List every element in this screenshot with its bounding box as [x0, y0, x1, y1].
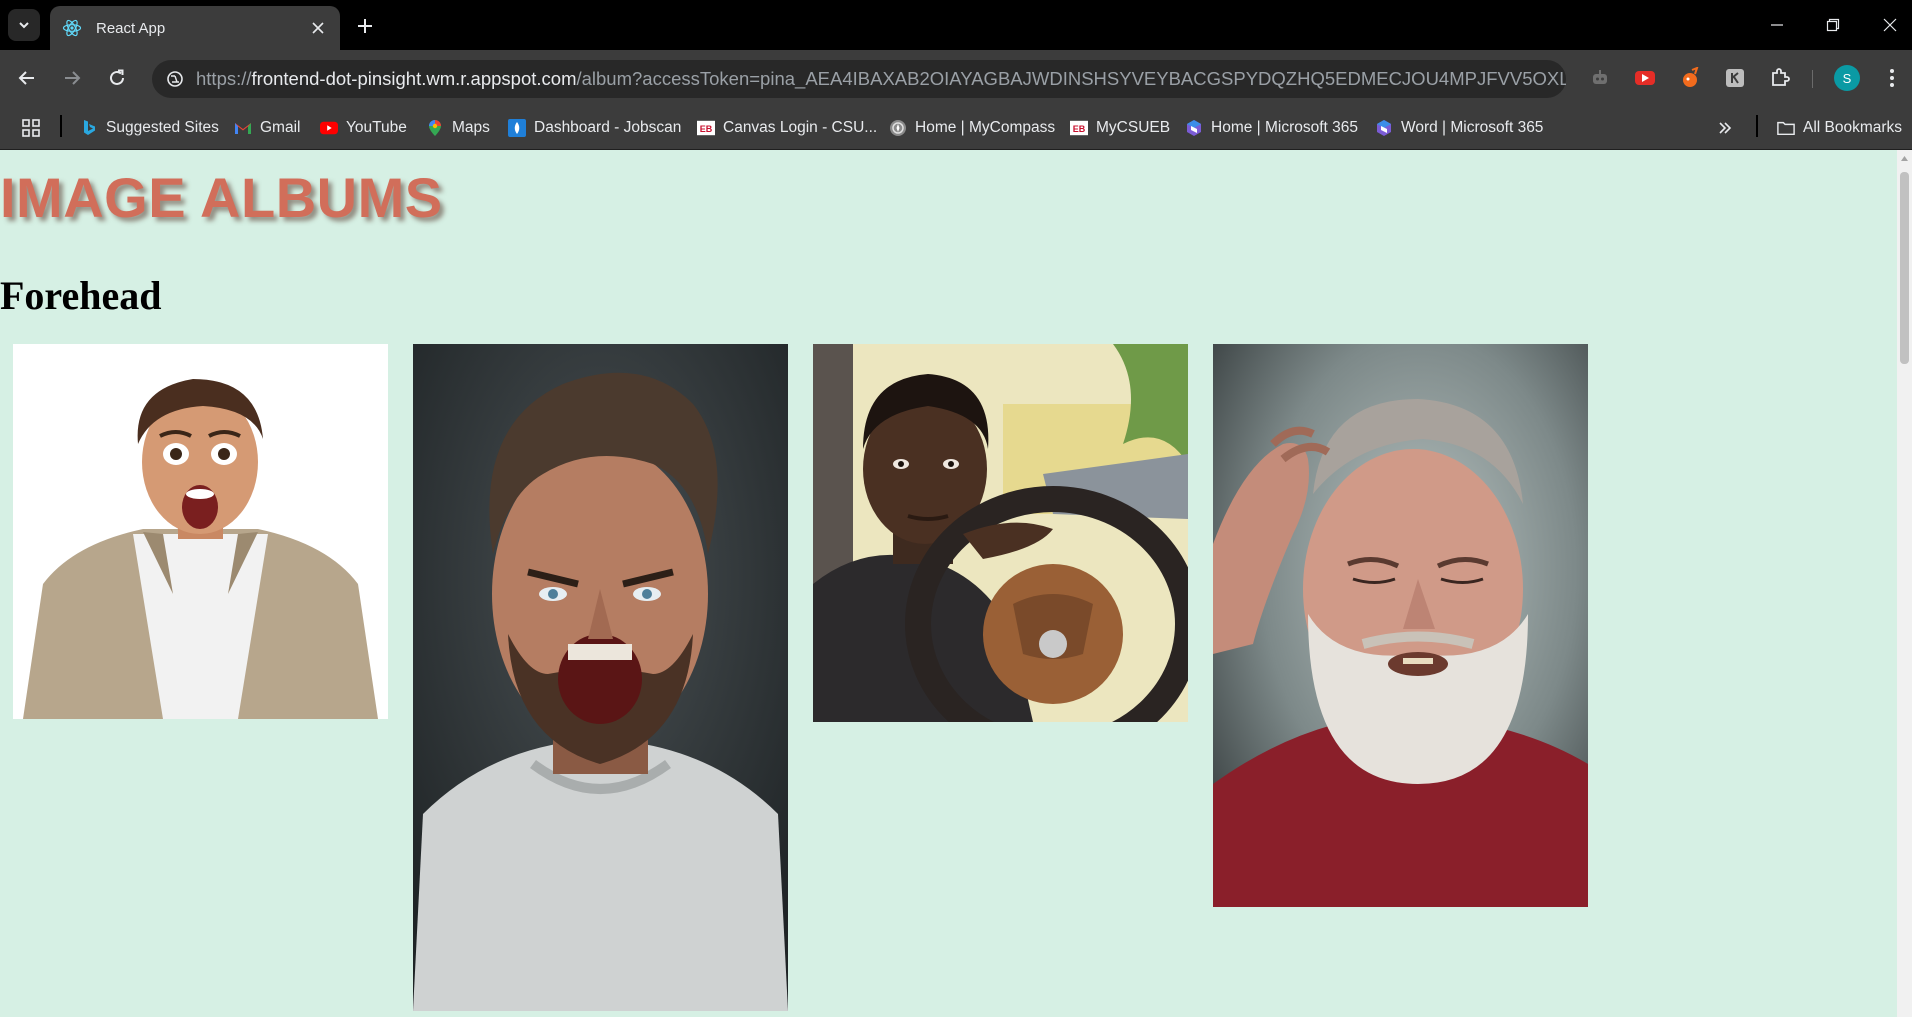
- url-text[interactable]: https://frontend-dot-pinsight.wm.r.appsp…: [196, 68, 1566, 90]
- eb-icon: EB: [697, 119, 715, 137]
- microsoft365-icon: [1185, 119, 1203, 137]
- address-bar[interactable]: https://frontend-dot-pinsight.wm.r.appsp…: [152, 60, 1566, 98]
- all-bookmarks-label: All Bookmarks: [1803, 119, 1903, 136]
- page-viewport: IMAGE ALBUMS Forehead: [0, 150, 1897, 1017]
- extension-robot-icon[interactable]: [1586, 64, 1614, 92]
- bookmark-item[interactable]: Home | Microsoft 365: [1185, 116, 1358, 140]
- bookmark-label: Dashboard - Jobscan: [534, 119, 682, 136]
- scroll-up-icon[interactable]: [1900, 154, 1909, 163]
- active-tab[interactable]: React App: [50, 6, 340, 50]
- new-tab-button[interactable]: [352, 13, 378, 39]
- url-scheme: https://: [196, 68, 252, 89]
- plus-icon: [358, 19, 372, 33]
- scroll-thumb[interactable]: [1900, 172, 1909, 364]
- bookmark-label: YouTube: [346, 119, 407, 136]
- back-arrow-icon: [18, 71, 34, 85]
- bookmark-label: Home | MyCompass: [915, 119, 1056, 136]
- bookmark-item[interactable]: EB MyCSUEB: [1070, 116, 1170, 140]
- angry-man-photo[interactable]: [413, 344, 788, 1011]
- close-window-button[interactable]: [1870, 10, 1910, 40]
- tab-strip: React App: [0, 0, 1912, 50]
- bookmarks-bar: Suggested Sites Gmail YouTube Maps Dashb…: [0, 106, 1912, 150]
- old-man-beard-photo[interactable]: [1213, 344, 1588, 907]
- bookmark-item[interactable]: Dashboard - Jobscan: [508, 116, 681, 140]
- more-bookmarks-button[interactable]: [1718, 116, 1732, 140]
- close-icon: [1883, 18, 1897, 32]
- close-tab-icon[interactable]: [308, 18, 328, 38]
- extension-k-icon[interactable]: [1721, 64, 1749, 92]
- tab-search-button[interactable]: [8, 9, 40, 41]
- restore-icon: [1826, 18, 1840, 32]
- bookmark-item[interactable]: EB Canvas Login - CSU...: [697, 116, 877, 140]
- bookmark-item[interactable]: Maps: [426, 116, 490, 140]
- mycompass-icon: [889, 119, 907, 137]
- surprised-man-photo[interactable]: [13, 344, 388, 719]
- bookmark-label: Word | Microsoft 365: [1401, 119, 1544, 136]
- all-bookmarks-button[interactable]: All Bookmarks: [1777, 116, 1902, 140]
- folder-icon: [1777, 119, 1795, 137]
- url-path: /album?accessToken=pina_AEA4IBAXAB2OIAYA…: [576, 68, 1566, 89]
- bing-icon: [80, 119, 98, 137]
- apps-grid-icon: [22, 119, 40, 137]
- tab-title: React App: [96, 19, 166, 37]
- site-info-icon[interactable]: [164, 68, 186, 90]
- minimize-button[interactable]: [1757, 10, 1797, 40]
- bookmark-item[interactable]: Home | MyCompass: [889, 116, 1055, 140]
- bookmark-label: Gmail: [260, 119, 301, 136]
- bookmark-label: Suggested Sites: [106, 119, 219, 136]
- bookmark-item[interactable]: YouTube: [320, 116, 407, 140]
- bookmark-item[interactable]: Gmail: [234, 116, 300, 140]
- svg-text:EB: EB: [1073, 124, 1086, 134]
- minimize-icon: [1771, 24, 1783, 26]
- more-menu-icon[interactable]: [1878, 64, 1906, 92]
- page-scrollbar[interactable]: [1897, 150, 1912, 1017]
- back-button[interactable]: [11, 62, 43, 94]
- double-chevron-right-icon: [1719, 122, 1732, 134]
- gmail-icon: [234, 119, 252, 137]
- bookmark-label: MyCSUEB: [1096, 119, 1171, 136]
- url-host: frontend-dot-pinsight.wm.r.appspot.com: [251, 68, 577, 89]
- forward-button[interactable]: [56, 62, 88, 94]
- restore-button[interactable]: [1813, 10, 1853, 40]
- album-title: Forehead: [0, 273, 162, 318]
- bookmark-label: Maps: [452, 119, 490, 136]
- apps-button[interactable]: [22, 116, 40, 140]
- forward-arrow-icon: [65, 71, 81, 85]
- bookmark-label: Home | Microsoft 365: [1211, 119, 1359, 136]
- young-man-car-photo[interactable]: [813, 344, 1188, 722]
- extensions-puzzle-icon[interactable]: [1766, 64, 1794, 92]
- chevron-down-icon: [19, 22, 29, 29]
- bookmark-label: Canvas Login - CSU...: [723, 119, 878, 136]
- reload-button[interactable]: [101, 62, 133, 94]
- jobscan-icon: [508, 119, 526, 137]
- extension-youtube-icon[interactable]: [1631, 64, 1659, 92]
- profile-avatar[interactable]: S: [1834, 65, 1860, 91]
- youtube-icon: [320, 119, 338, 137]
- reload-icon: [110, 69, 124, 85]
- microsoft365-icon: [1375, 119, 1393, 137]
- page-title: IMAGE ALBUMS: [0, 166, 443, 229]
- browser-toolbar: https://frontend-dot-pinsight.wm.r.appsp…: [0, 50, 1912, 106]
- bookmark-item[interactable]: Word | Microsoft 365: [1375, 116, 1543, 140]
- react-icon: [62, 18, 82, 38]
- bookmark-item[interactable]: Suggested Sites: [80, 116, 219, 140]
- extension-orange-icon[interactable]: [1676, 64, 1704, 92]
- bookmarks-divider: [60, 115, 62, 137]
- maps-icon: [426, 119, 444, 137]
- svg-text:EB: EB: [700, 124, 713, 134]
- toolbar-divider: [1812, 70, 1813, 88]
- eb-icon: EB: [1070, 119, 1088, 137]
- bookmarks-divider: [1756, 115, 1758, 137]
